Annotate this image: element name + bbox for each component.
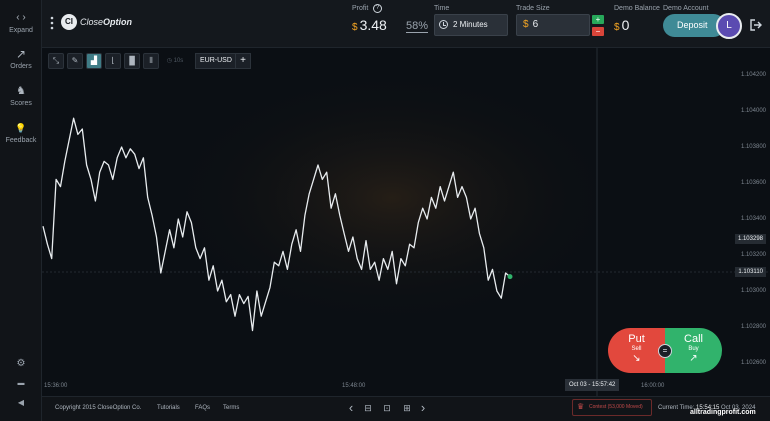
chart-area[interactable]: ⤡ ✎ ▟ ⌊ ▐▌ ⫴ ◷ 10s EUR-USD + 1.104200 1.…	[42, 48, 770, 396]
y-tick-label: 1.103200	[740, 252, 766, 258]
x-tick-label: 16:00:00	[641, 383, 665, 389]
x-tick-label: 15:36:00	[44, 383, 68, 389]
footer-link-terms[interactable]: Terms	[223, 405, 239, 411]
chart-background-glow	[162, 68, 622, 328]
draw-pencil-icon[interactable]: ✎	[67, 53, 83, 69]
sound-icon[interactable]: ◀	[0, 398, 42, 407]
fit-screen-icon[interactable]: ⊡	[381, 402, 393, 414]
call-label: Call	[684, 333, 703, 345]
last-price-dot	[507, 274, 513, 280]
profit-percent: 58%	[406, 20, 429, 33]
y-tick-label: 1.102600	[740, 360, 766, 366]
line-chart-icon[interactable]: ⌊	[105, 53, 121, 69]
y-tick-label: 1.104200	[740, 72, 766, 78]
trophy-icon: ♛	[577, 402, 585, 411]
arrow-up-icon: ↗	[689, 353, 698, 364]
time-select[interactable]: 2 Minutes	[434, 14, 508, 36]
marker-price-tag: 1.103298	[734, 234, 766, 244]
y-tick-label: 1.103400	[740, 216, 766, 222]
y-tick-label: 1.102800	[740, 324, 766, 330]
timeframe-value: 10s	[173, 58, 184, 64]
y-tick-label: 1.103800	[740, 144, 766, 150]
chevron-left-icon[interactable]: ‹	[345, 401, 357, 414]
sidebar-item-label: Scores	[10, 100, 32, 107]
help-icon[interactable]: ?	[373, 4, 382, 13]
logout-icon[interactable]	[750, 19, 762, 31]
current-time-label: Current Time:	[658, 405, 695, 411]
profit-amount: 3.48	[359, 17, 387, 33]
area-chart-icon[interactable]: ▟	[86, 53, 102, 69]
trade-size-label: Trade Size	[516, 5, 550, 12]
footer-link-faqs[interactable]: FAQs	[195, 405, 210, 411]
avatar[interactable]: L	[716, 13, 742, 39]
account-label: Demo Account	[663, 5, 709, 12]
trade-currency: $	[523, 19, 529, 30]
asset-selector[interactable]: EUR-USD	[195, 53, 237, 69]
clock-icon	[439, 20, 448, 29]
sidebar: ‹ › Expand ↗ Orders ♞ Scores 💡 Feedback …	[0, 0, 42, 421]
profit-currency: $	[352, 22, 358, 33]
zoom-in-icon[interactable]: ⊞	[401, 402, 413, 414]
cursor-time-label: Oct 03 - 15:57:42	[565, 379, 620, 391]
zoom-out-icon[interactable]: ⊟	[362, 402, 374, 414]
chevron-right-icon[interactable]: ›	[417, 401, 429, 414]
copyright-text: Copyright 2015 CloseOption Co.	[55, 405, 142, 411]
footer: Copyright 2015 CloseOption Co. Tutorials…	[42, 396, 770, 421]
footer-link-tutorials[interactable]: Tutorials	[157, 405, 180, 411]
increase-trade-button[interactable]: +	[592, 15, 604, 24]
y-tick-label: 1.103600	[740, 180, 766, 186]
time-value: 2 Minutes	[453, 20, 488, 29]
balance-amount: 0	[621, 17, 630, 33]
current-price-tag: 1.103110	[735, 267, 766, 277]
balance-currency: $	[614, 22, 620, 33]
fullscreen-icon[interactable]: ⤡	[48, 53, 64, 69]
call-button[interactable]: Call Buy ↗	[665, 328, 722, 373]
feedback-bulb-icon: 💡	[15, 123, 27, 133]
y-tick-label: 1.103000	[740, 288, 766, 294]
sidebar-item-feedback[interactable]: 💡 Feedback	[0, 120, 42, 144]
scores-icon: ♞	[16, 85, 26, 97]
decrease-trade-button[interactable]: −	[592, 27, 604, 36]
sidebar-item-label: Expand	[9, 27, 33, 34]
sidebar-item-scores[interactable]: ♞ Scores	[0, 83, 42, 107]
arrow-down-icon: ↘	[632, 353, 641, 364]
expand-icon: ‹ ›	[16, 12, 26, 23]
put-button[interactable]: Put Sell ↘	[608, 328, 665, 373]
logo-text-b: Option	[103, 17, 133, 27]
trade-widget: Put Sell ↘ Call Buy ↗ =	[608, 328, 722, 373]
add-asset-button[interactable]: +	[235, 53, 251, 69]
logo-text: CloseOption	[80, 17, 132, 27]
candle-chart-icon[interactable]: ⫴	[143, 53, 159, 69]
sidebar-item-label: Feedback	[5, 137, 37, 144]
contest-label: Contest (53,000 Moved)	[589, 404, 643, 410]
sidebar-item-expand[interactable]: ‹ › Expand	[0, 10, 42, 34]
logo-mark: CI	[61, 14, 77, 30]
trade-size-input[interactable]: $6	[516, 14, 590, 36]
put-sub-label: Sell	[631, 346, 642, 352]
trade-size-value: 6	[532, 19, 539, 30]
sidebar-item-orders[interactable]: ↗ Orders	[0, 46, 42, 70]
contest-button[interactable]: ♛ Contest (53,000 Moved)	[572, 399, 652, 416]
settings-icon[interactable]: ⚙	[0, 358, 42, 369]
call-sub-label: Buy	[688, 346, 699, 352]
sidebar-item-label: Orders	[10, 63, 32, 70]
watermark: alltradingprofit.com	[690, 409, 756, 416]
profit-value: $3.48	[352, 17, 387, 33]
balance-value: $0	[614, 17, 629, 33]
header: CI CloseOption Profit ? $3.48 58% Time 2…	[42, 0, 770, 48]
chart-toolbar: ⤡ ✎ ▟ ⌊ ▐▌ ⫴ ◷ 10s	[48, 53, 188, 69]
x-tick-label: 15:48:00	[342, 383, 366, 389]
menu-dots-icon[interactable]	[50, 16, 54, 30]
balance-label: Demo Balance	[614, 5, 660, 12]
put-label: Put	[628, 333, 645, 345]
time-label: Time	[434, 5, 450, 12]
chat-icon[interactable]: ▬	[0, 380, 42, 387]
timeframe-toggle[interactable]: ◷ 10s	[162, 53, 188, 69]
equal-button[interactable]: =	[658, 344, 672, 358]
profit-label: Profit	[352, 5, 369, 12]
logo-text-a: Close	[80, 17, 104, 27]
y-tick-label: 1.104000	[740, 108, 766, 114]
orders-chart-icon: ↗	[15, 47, 27, 61]
bar-chart-icon[interactable]: ▐▌	[124, 53, 140, 69]
